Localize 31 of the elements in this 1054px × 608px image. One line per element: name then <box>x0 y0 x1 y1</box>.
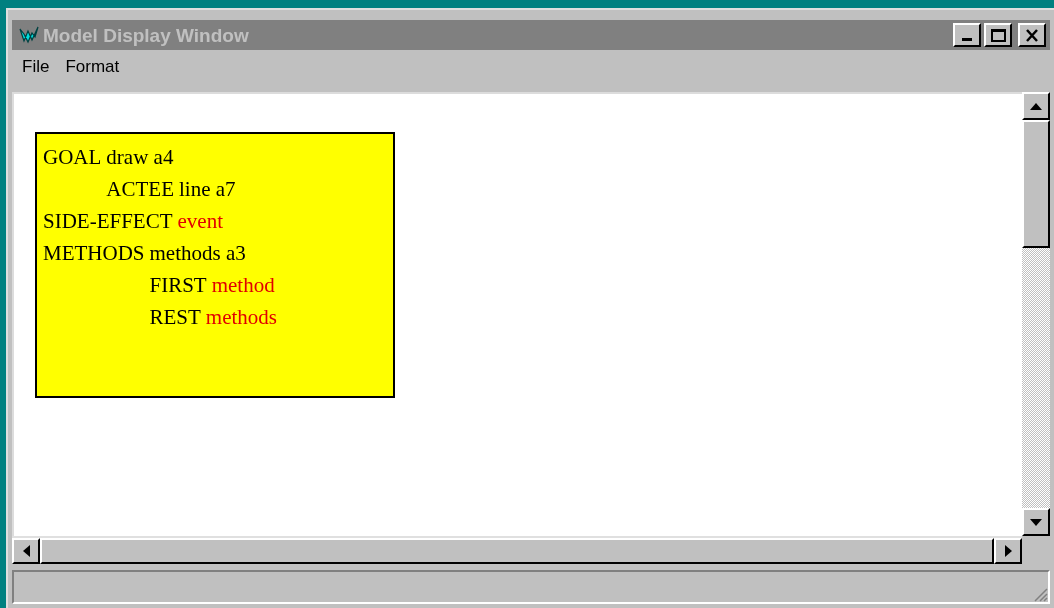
close-button[interactable] <box>1018 23 1046 47</box>
slot-label: SIDE-EFFECT <box>43 208 173 235</box>
slot-value: line a7 <box>179 176 236 203</box>
slot-label: REST <box>149 304 201 331</box>
menu-item[interactable]: Format <box>59 54 126 80</box>
scroll-thumb[interactable] <box>1022 120 1050 248</box>
minimize-button[interactable] <box>953 23 981 47</box>
close-icon <box>1025 28 1039 42</box>
up-arrow-icon <box>1030 102 1042 110</box>
scroll-right-button[interactable] <box>994 538 1022 564</box>
vertical-scrollbar[interactable] <box>1022 92 1050 536</box>
scroll-left-button[interactable] <box>12 538 40 564</box>
slot-value: draw a4 <box>106 144 174 171</box>
scroll-up-button[interactable] <box>1022 92 1050 120</box>
scroll-down-button[interactable] <box>1022 508 1050 536</box>
slot-value: methods a3 <box>149 240 246 267</box>
resize-grip-icon[interactable] <box>1032 586 1048 602</box>
slot-label: GOAL <box>43 144 102 171</box>
right-arrow-icon <box>1004 545 1012 557</box>
slot-label: ACTEE <box>106 176 174 203</box>
slot-value: methods <box>205 304 278 331</box>
slot-label: METHODS <box>43 240 145 267</box>
slot-label: FIRST <box>149 272 207 299</box>
slot-value: method <box>211 272 275 299</box>
window-title: Model Display Window <box>43 25 249 45</box>
slot-value: event <box>177 208 223 235</box>
maximize-button[interactable] <box>984 23 1012 47</box>
menu-item[interactable]: File <box>16 54 56 80</box>
app-logo-icon <box>18 25 40 45</box>
down-arrow-icon <box>1030 518 1042 526</box>
left-arrow-icon <box>22 545 30 557</box>
